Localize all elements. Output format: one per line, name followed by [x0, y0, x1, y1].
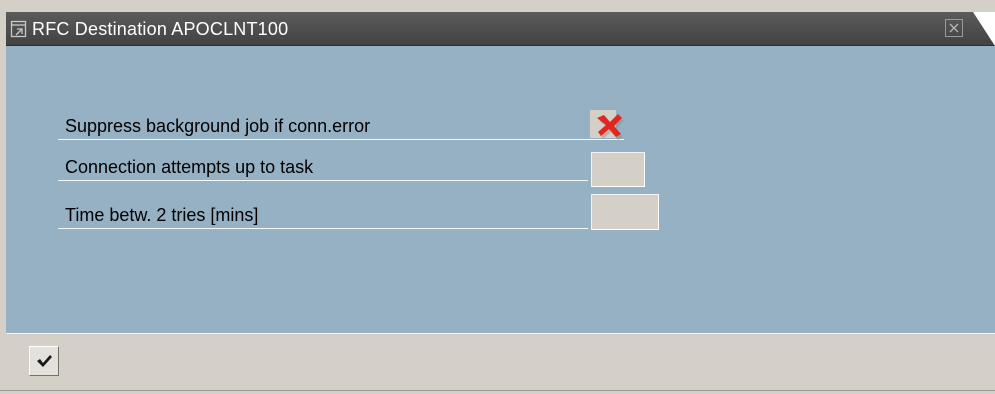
row-time-between-tries: Time betw. 2 tries [mins]: [58, 201, 588, 229]
time-between-tries-input[interactable]: [591, 194, 659, 230]
title-bar: RFC Destination APOCLNT100: [6, 12, 995, 46]
suppress-background-job-checkbox[interactable]: [590, 110, 624, 140]
popup-window-icon: [10, 20, 27, 38]
window-title: RFC Destination APOCLNT100: [32, 19, 289, 39]
rfc-destination-dialog: RFC Destination APOCLNT100 Suppress back…: [0, 0, 995, 394]
form-area: Suppress background job if conn.error Co…: [6, 46, 995, 333]
time-between-tries-label: Time betw. 2 tries [mins]: [65, 205, 259, 225]
connection-attempts-input[interactable]: [591, 152, 645, 187]
checkmark-icon: [37, 355, 52, 367]
connection-attempts-label: Connection attempts up to task: [65, 157, 314, 177]
checked-cross-icon: [597, 114, 624, 140]
row-underline: [58, 180, 588, 181]
close-icon: [949, 23, 959, 33]
close-button[interactable]: [945, 19, 963, 37]
row-underline: [58, 139, 624, 140]
bottom-divider: [0, 390, 995, 391]
dialog-toolbar: [6, 333, 995, 394]
confirm-button[interactable]: [29, 346, 59, 376]
row-underline: [58, 228, 588, 229]
row-connection-attempts: Connection attempts up to task: [58, 153, 588, 181]
suppress-background-job-label: Suppress background job if conn.error: [65, 116, 371, 136]
row-suppress-background-job: Suppress background job if conn.error: [58, 112, 624, 140]
titlebar-corner: [973, 12, 995, 46]
